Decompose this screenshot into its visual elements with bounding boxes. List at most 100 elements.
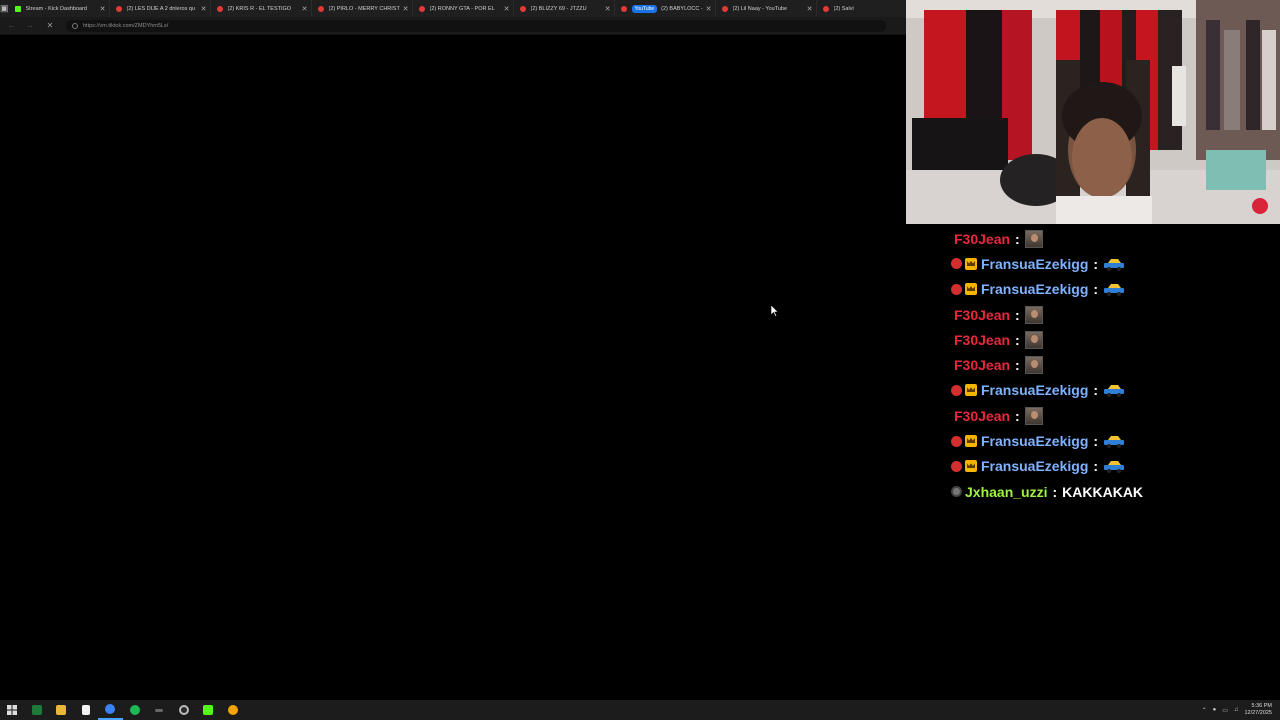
obs-icon[interactable]	[172, 700, 197, 720]
tab-actions-icon[interactable]: ▣	[0, 0, 9, 17]
chat-separator: :	[1093, 458, 1099, 475]
chat-username: Jxhaan_uzzi	[965, 483, 1048, 500]
tab-title: (2) KRIS R - EL TESTIGO	[227, 5, 292, 12]
youtube-icon	[822, 5, 829, 12]
youtube-icon	[721, 5, 728, 12]
chat-username: FransuaEzekigg	[981, 281, 1089, 298]
chat-separator: :	[1093, 255, 1099, 272]
car-emote-icon	[1103, 282, 1125, 297]
face-emote-icon	[1024, 356, 1043, 375]
chat-message: F30Jean:	[948, 403, 1278, 428]
red-badge-icon	[951, 258, 962, 270]
chat-message-text: KAKKAKAK	[1062, 483, 1144, 500]
stop-loading-icon[interactable]: ✕	[44, 21, 56, 30]
chat-message: FransuaEzekigg:	[948, 378, 1278, 403]
close-tab-icon[interactable]: ✕	[504, 5, 510, 13]
site-info-icon[interactable]	[72, 22, 78, 29]
chat-overlay: F30Jean: FransuaEzekigg: FransuaEzekigg: F3…	[948, 226, 1278, 504]
tab-title: (2) BABYLOCC - FELIZ NA	[661, 5, 703, 12]
close-tab-icon[interactable]: ✕	[807, 5, 813, 13]
chat-username: F30Jean	[954, 357, 1011, 374]
tab-7[interactable]: (2) Lil Naay - YouTube ✕	[716, 0, 817, 17]
red-badge-icon	[951, 384, 962, 396]
microphone-icon[interactable]: ●	[1213, 707, 1217, 713]
chat-message: FransuaEzekigg:	[948, 428, 1278, 453]
mouse-cursor-icon	[770, 304, 779, 322]
close-tab-icon[interactable]: ✕	[706, 5, 712, 13]
chat-separator: :	[1015, 331, 1020, 348]
chrome-icon[interactable]	[98, 700, 123, 720]
clock[interactable]: 5:36 PM 12/27/2025	[1244, 703, 1272, 717]
chat-username: FransuaEzekigg	[981, 382, 1089, 399]
tab-title: (2) Lil Naay - YouTube	[732, 5, 788, 12]
web-page-content[interactable]	[0, 36, 906, 700]
chrome-alt-icon[interactable]	[221, 700, 246, 720]
volume-icon[interactable]: ♫	[1234, 707, 1239, 713]
terminal-icon[interactable]	[25, 700, 50, 720]
tab-1[interactable]: (2) LES DIJE A 2 dnleros qu ✕	[110, 0, 211, 17]
chat-message: FransuaEzekigg:	[948, 277, 1278, 302]
grey-badge-icon	[951, 486, 962, 498]
chat-message: FransuaEzekigg:	[948, 454, 1278, 479]
chevron-up-icon[interactable]: ⌃	[1202, 707, 1207, 714]
url-input[interactable]: https://vm.tiktok.com/ZMDYhm5Ls/	[66, 19, 886, 32]
tab-5[interactable]: (2) BLIZZY 69 - JTZZU ✕	[514, 0, 615, 17]
chat-separator: :	[1093, 281, 1099, 298]
tab-2[interactable]: (2) KRIS R - EL TESTIGO ✕	[211, 0, 312, 17]
tab-0[interactable]: Stream - Kick Dashboard ✕	[9, 0, 110, 17]
chat-username: FransuaEzekigg	[981, 458, 1089, 475]
chat-username: F30Jean	[954, 331, 1011, 348]
chat-separator: :	[1015, 357, 1020, 374]
chat-message: F30Jean:	[948, 226, 1278, 251]
chat-message: F30Jean:	[948, 302, 1278, 327]
crown-badge-icon	[965, 257, 977, 270]
tab-4[interactable]: (2) RONNY GTA - POR EL ✕	[413, 0, 514, 17]
close-tab-icon[interactable]: ✕	[100, 5, 106, 13]
kick-icon[interactable]	[196, 700, 221, 720]
chat-username: FransuaEzekigg	[981, 433, 1089, 450]
close-tab-icon[interactable]: ✕	[302, 5, 308, 13]
start-button[interactable]	[0, 700, 25, 720]
tab-6[interactable]: YouTube(2) BABYLOCC - FELIZ NA✕	[615, 0, 716, 17]
close-tab-icon[interactable]: ✕	[605, 5, 611, 13]
chat-message: F30Jean:	[948, 352, 1278, 377]
car-emote-icon	[1103, 383, 1125, 398]
face-emote-icon	[1024, 330, 1043, 349]
chat-username: FransuaEzekigg	[981, 255, 1089, 272]
tab-title: (2) BLIZZY 69 - JTZZU	[530, 5, 587, 12]
tab-list: Stream - Kick Dashboard ✕ (2) LES DIJE A 2…	[9, 0, 906, 17]
tab-8[interactable]: (2) Salvi✕	[817, 0, 906, 17]
system-tray: ⌃ ● ▭ ♫ 5:36 PM 12/27/2025	[1202, 700, 1280, 720]
youtube-icon	[115, 5, 122, 12]
kick-icon	[14, 5, 21, 12]
close-tab-icon[interactable]: ✕	[403, 5, 409, 13]
chat-separator: :	[1093, 382, 1099, 399]
chat-username: F30Jean	[954, 407, 1011, 424]
tab-title: (2) RONNY GTA - POR EL	[429, 5, 495, 12]
spotify-icon[interactable]	[123, 700, 148, 720]
back-icon[interactable]: ←	[6, 21, 18, 30]
youtube-icon	[418, 5, 425, 12]
youtube-icon	[519, 5, 526, 12]
pen-tool-icon[interactable]	[147, 700, 172, 720]
forward-icon[interactable]: →	[24, 21, 36, 30]
network-icon[interactable]: ▭	[1222, 707, 1228, 714]
youtube-icon	[620, 5, 627, 12]
notepad-icon[interactable]	[74, 700, 99, 720]
face-emote-icon	[1024, 305, 1043, 324]
url-text: https://vm.tiktok.com/ZMDYhm5Ls/	[83, 22, 169, 29]
close-tab-icon[interactable]: ✕	[201, 5, 207, 13]
face-emote-icon	[1024, 406, 1043, 425]
chat-username: F30Jean	[954, 230, 1011, 247]
crown-badge-icon	[965, 435, 977, 448]
file-explorer-icon[interactable]	[49, 700, 74, 720]
face-emote-icon	[1024, 229, 1043, 248]
car-emote-icon	[1103, 459, 1125, 474]
chat-separator: :	[1015, 407, 1020, 424]
tab-title: (2) Salvi	[833, 5, 854, 12]
crown-badge-icon	[965, 460, 977, 473]
clock-time: 5:36 PM	[1251, 703, 1272, 709]
chat-separator: :	[1015, 230, 1020, 247]
chat-separator: :	[1052, 483, 1058, 500]
tab-3[interactable]: (2) PIRLO - MERRY CHRIST ✕	[312, 0, 413, 17]
